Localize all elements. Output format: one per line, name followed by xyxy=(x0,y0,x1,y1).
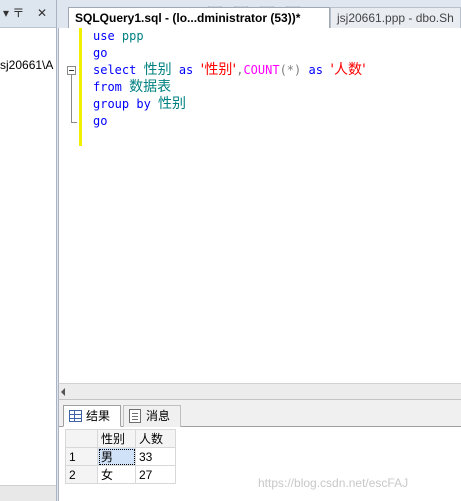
query-editor[interactable]: use ppp go select 性别 as '性别',COUNT(*) as… xyxy=(58,28,461,383)
code-line-4: from 数据表 xyxy=(93,79,172,95)
pin-icon[interactable]: ▾ 〒 xyxy=(3,6,24,20)
grid-icon xyxy=(69,410,82,422)
collapse-icon[interactable] xyxy=(67,66,76,75)
cell-gender[interactable]: 男 xyxy=(97,447,136,466)
grid-header-row: 性别 人数 xyxy=(65,429,176,448)
results-grid[interactable]: 性别 人数 1 男 33 2 女 27 xyxy=(65,429,176,484)
results-tabbar: 结果 消息 xyxy=(59,400,461,427)
tab-sqlquery1[interactable]: SQLQuery1.sql - (lo...dministrator (53))… xyxy=(68,7,330,28)
table-row[interactable]: 2 女 27 xyxy=(65,465,176,484)
column-header-gender[interactable]: 性别 xyxy=(97,429,136,448)
editor-hscrollbar[interactable] xyxy=(58,383,461,400)
tab-results[interactable]: 结果 xyxy=(63,405,121,427)
close-icon[interactable]: ✕ xyxy=(37,6,47,20)
row-number[interactable]: 2 xyxy=(65,465,98,484)
tab-messages-label: 消息 xyxy=(146,409,171,423)
collapse-outline[interactable] xyxy=(67,66,77,124)
explorer-scrollbar[interactable] xyxy=(0,485,56,501)
server-node[interactable]: sj20661\A xyxy=(0,58,53,72)
change-indicator xyxy=(79,28,82,146)
code-line-3: select 性别 as '性别',COUNT(*) as '人数' xyxy=(93,62,366,78)
grid-corner[interactable] xyxy=(65,429,98,448)
object-explorer-pane: ▾ 〒 ✕ sj20661\A xyxy=(0,0,57,501)
row-number[interactable]: 1 xyxy=(65,447,98,466)
code-area[interactable]: use ppp go select 性别 as '性别',COUNT(*) as… xyxy=(93,28,366,130)
code-line-5: group by 性别 xyxy=(93,96,187,112)
cell-count[interactable]: 27 xyxy=(135,465,176,484)
toolbar-remnant xyxy=(208,0,368,11)
cell-gender[interactable]: 女 xyxy=(97,465,136,484)
table-row[interactable]: 1 男 33 xyxy=(65,447,176,466)
scroll-left-icon[interactable] xyxy=(61,388,65,396)
cell-count[interactable]: 33 xyxy=(135,447,176,466)
code-line-2: go xyxy=(93,46,108,60)
column-header-count[interactable]: 人数 xyxy=(135,429,176,448)
tab-messages[interactable]: 消息 xyxy=(123,405,181,427)
tab-table-design[interactable]: jsj20661.ppp - dbo.Sh xyxy=(330,7,461,28)
object-explorer-header: ▾ 〒 ✕ xyxy=(0,0,56,28)
document-tabbar: SQLQuery1.sql - (lo...dministrator (53))… xyxy=(58,0,461,28)
watermark: https://blog.csdn.net/escFAJ xyxy=(258,476,409,490)
message-icon xyxy=(129,409,141,423)
tab-results-label: 结果 xyxy=(86,409,111,423)
code-line-6: go xyxy=(93,114,108,128)
code-line-1: use ppp xyxy=(93,29,144,43)
